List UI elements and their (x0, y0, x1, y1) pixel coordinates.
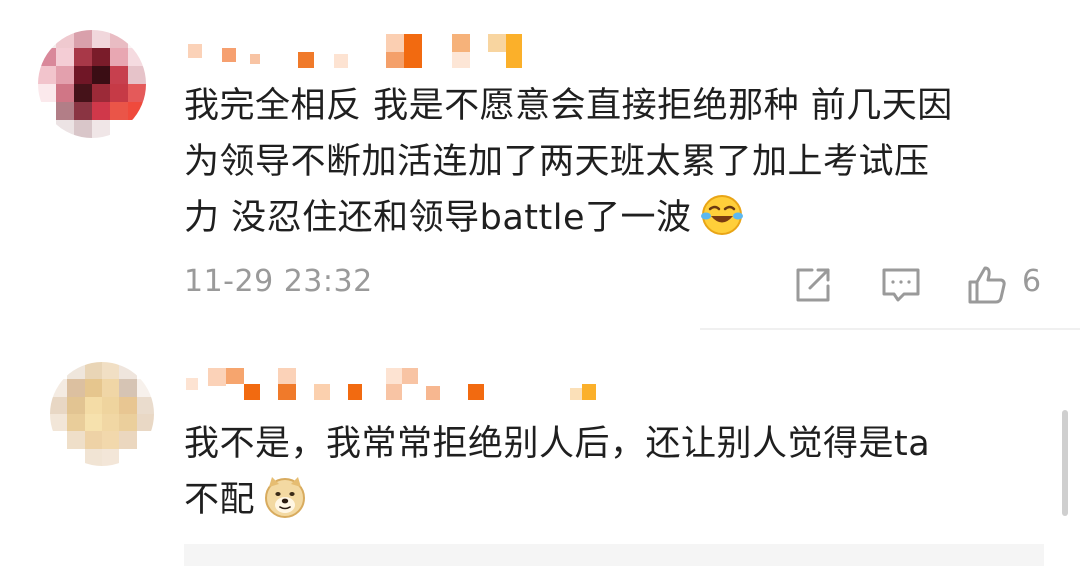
comment-text: 我不是，我常常拒绝别人后，还让别人觉得是ta 不配 (184, 416, 1044, 528)
like-count: 6 (1022, 264, 1042, 299)
username-blurred[interactable] (186, 364, 596, 400)
reply-preview-box[interactable] (184, 544, 1044, 566)
doge-emoji (263, 475, 307, 519)
share-icon[interactable] (792, 264, 834, 306)
comment-text-line: 我不是，我常常拒绝别人后，还让别人觉得是ta (184, 424, 931, 464)
comment-text-line: 力 没忍住还和领导battle了一波 (184, 190, 1044, 246)
avatar[interactable] (38, 30, 146, 138)
scrollbar[interactable] (1062, 410, 1068, 516)
avatar[interactable] (50, 362, 154, 466)
comment-item: 我不是，我常常拒绝别人后，还让别人觉得是ta 不配 (0, 330, 1080, 566)
comment-item: 我完全相反 我是不愿意会直接拒绝那种 前几天因 为领导不断加活连加了两天班太累了… (0, 0, 1080, 330)
comment-icon[interactable] (880, 264, 922, 306)
comment-text-line: 我完全相反 我是不愿意会直接拒绝那种 前几天因 (184, 86, 953, 126)
thumbs-up-icon[interactable] (966, 264, 1008, 306)
timestamp: 11-29 23:32 (184, 264, 373, 299)
username-blurred[interactable] (188, 32, 548, 68)
comment-text-line: 为领导不断加活连加了两天班太累了加上考试压 (184, 142, 930, 182)
laughing-crying-emoji (700, 193, 744, 237)
comment-text: 我完全相反 我是不愿意会直接拒绝那种 前几天因 为领导不断加活连加了两天班太累了… (184, 78, 1044, 246)
comment-text-line: 不配 (184, 472, 1044, 528)
